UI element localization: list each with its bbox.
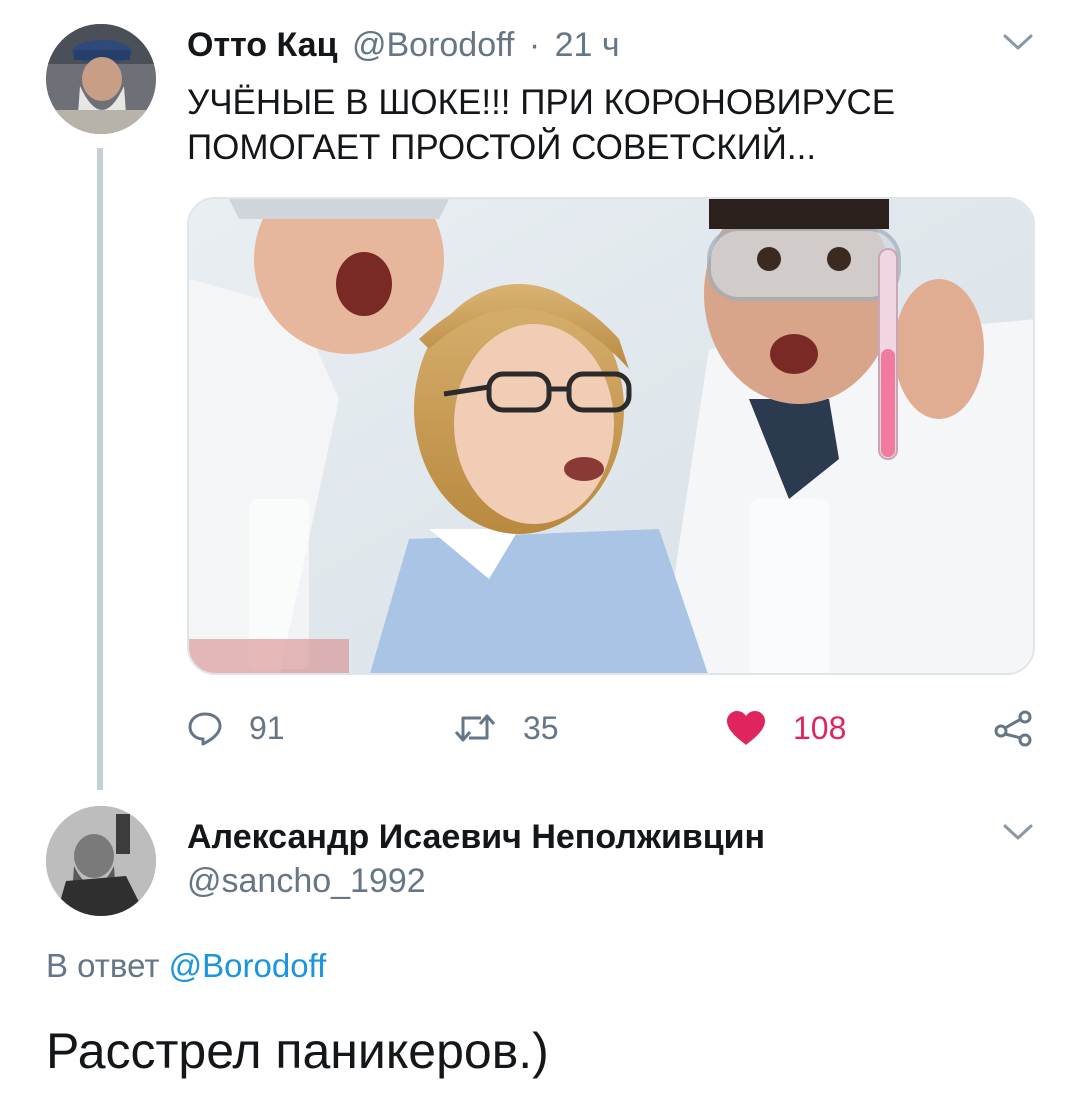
retweet-icon [454, 714, 496, 742]
reply-count: 91 [249, 709, 285, 746]
heart-icon [727, 711, 765, 745]
chevron-down-icon [1003, 34, 1033, 50]
author-handle[interactable]: @Borodoff [352, 26, 514, 64]
reply-author-handle[interactable]: @sancho_1992 [187, 862, 426, 901]
tweet-time[interactable]: 21 ч [555, 26, 620, 64]
avatar-image [46, 806, 156, 916]
chevron-down-icon [1003, 824, 1033, 840]
share-icon [994, 710, 1032, 747]
speech-bubble-icon [188, 712, 222, 746]
reply-action[interactable]: 91 [187, 700, 285, 756]
header-separator: · [528, 26, 541, 64]
tweet-actions: 91 35 108 [187, 700, 1037, 756]
like-count: 108 [793, 709, 847, 746]
reply-to-line: В ответ @Borodoff [46, 947, 326, 985]
author-name[interactable]: Отто Кац [187, 26, 338, 64]
tweet-menu-button[interactable] [1002, 30, 1034, 54]
share-action[interactable] [993, 700, 1033, 756]
reply-text: Расстрел паникеров.) [46, 1023, 549, 1079]
tweet-text-line: ПОМОГАЕТ ПРОСТОЙ СОВЕТСКИЙ... [187, 128, 817, 167]
reply-author-name[interactable]: Александр Исаевич Неполживцин [187, 818, 765, 857]
reply-menu-button[interactable] [1002, 820, 1034, 844]
reply-author-name-text: Александр Исаевич Неполживцин [187, 818, 766, 856]
thread-connector-line [97, 148, 103, 790]
reply-to-handle-link[interactable]: @Borodoff [169, 947, 327, 984]
author-avatar[interactable] [46, 24, 156, 134]
retweet-action[interactable]: 35 [453, 700, 559, 756]
avatar-image [46, 24, 156, 134]
retweet-count: 35 [523, 709, 559, 746]
reply-author-avatar[interactable] [46, 806, 156, 916]
tweet-header: Отто Кац @Borodoff · 21 ч [187, 26, 620, 65]
tweet-text-line: УЧЁНЫЕ В ШОКЕ!!! ПРИ КОРОНОВИРУСЕ [187, 83, 896, 122]
reply-to-prefix: В ответ [46, 947, 160, 984]
like-action[interactable]: 108 [725, 700, 846, 756]
lab-scientists-photo [189, 199, 1033, 673]
tweet-media-image[interactable] [187, 197, 1035, 675]
tweet-text: УЧЁНЫЕ В ШОКЕ!!! ПРИ КОРОНОВИРУСЕ ПОМОГА… [187, 80, 1027, 170]
reply-author-handle-text: @sancho_1992 [187, 862, 426, 900]
